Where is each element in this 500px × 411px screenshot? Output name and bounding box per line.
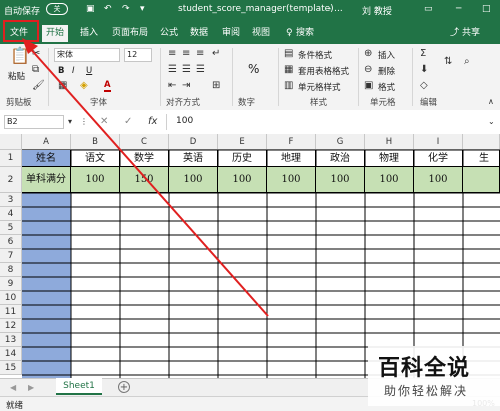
watermark-subtitle: 助你轻松解决: [384, 384, 469, 398]
watermark-title: 百科全说: [378, 356, 471, 381]
watermark: 百科全说 助你轻松解决: [368, 346, 500, 406]
